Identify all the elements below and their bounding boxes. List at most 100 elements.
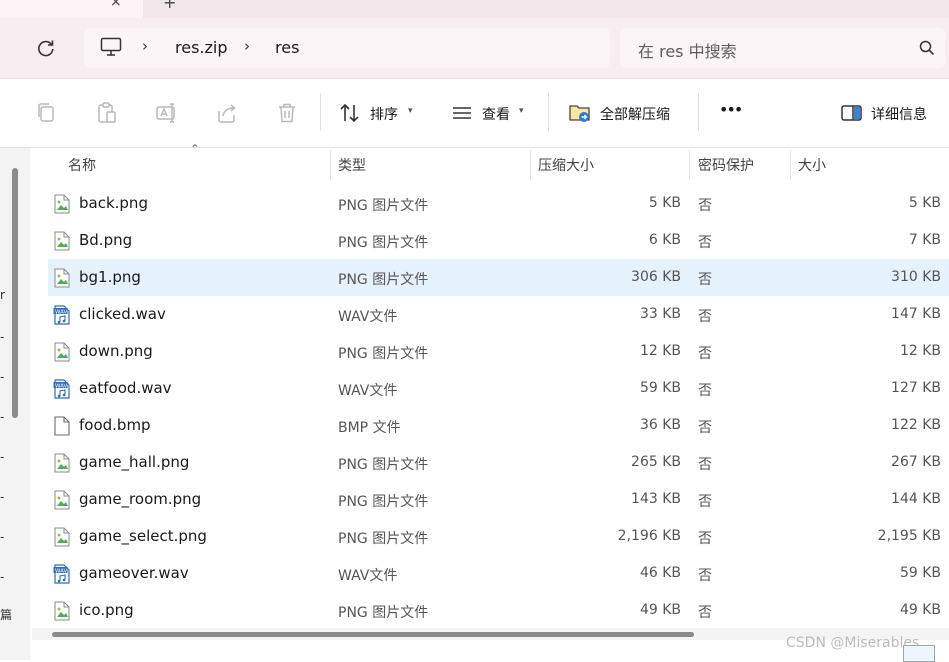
file-row[interactable]: WAV eatfood.wav WAV文件 59 KB 否 127 KB xyxy=(48,370,949,407)
nav-scrollbar[interactable] xyxy=(12,168,18,418)
navigation-pane[interactable]: r - - - - - - - 篇 xyxy=(0,148,30,660)
view-button[interactable]: 查看 xyxy=(482,104,510,124)
file-name[interactable]: game_select.png xyxy=(79,527,207,545)
nav-item-fragment[interactable]: - xyxy=(0,330,4,344)
png-file-icon xyxy=(53,490,71,510)
file-compressed-size: 59 KB xyxy=(639,380,681,396)
file-name[interactable]: clicked.wav xyxy=(79,305,166,323)
png-file-icon xyxy=(53,231,71,251)
extract-all-button[interactable]: 全部解压缩 xyxy=(600,104,670,124)
breadcrumb-chevron-icon[interactable]: › xyxy=(244,37,250,55)
file-name[interactable]: ico.png xyxy=(79,601,134,619)
file-row[interactable]: back.png PNG 图片文件 5 KB 否 5 KB xyxy=(48,185,949,222)
file-type: PNG 图片文件 xyxy=(338,272,429,288)
toolbar-separator xyxy=(548,93,549,131)
file-compressed-size: 2,196 KB xyxy=(617,528,681,544)
file-row[interactable]: game_room.png PNG 图片文件 143 KB 否 144 KB xyxy=(48,481,949,518)
address-bar[interactable]: › res.zip › res xyxy=(84,28,610,68)
file-size: 144 KB xyxy=(891,491,941,507)
breadcrumb-res-zip[interactable]: res.zip xyxy=(175,38,228,57)
file-size: 310 KB xyxy=(891,269,941,285)
column-header-size[interactable]: 大小 xyxy=(791,148,949,180)
close-tab-icon[interactable]: × xyxy=(110,0,122,10)
file-name[interactable]: eatfood.wav xyxy=(79,379,172,397)
sort-caret-icon[interactable]: ▾ xyxy=(408,106,413,116)
sort-icon[interactable] xyxy=(338,101,362,125)
svg-text:WAV: WAV xyxy=(55,309,68,315)
new-tab-icon[interactable]: + xyxy=(163,0,176,12)
search-icon[interactable] xyxy=(919,40,935,56)
file-name[interactable]: bg1.png xyxy=(79,268,141,286)
nav-item-fragment[interactable]: - xyxy=(0,490,4,504)
rename-icon[interactable] xyxy=(155,101,179,125)
file-row[interactable]: food.bmp BMP 文件 36 KB 否 122 KB xyxy=(48,407,949,444)
file-name[interactable]: food.bmp xyxy=(79,416,151,434)
nav-item-fragment[interactable]: r xyxy=(0,288,5,302)
file-size: 59 KB xyxy=(899,565,941,581)
file-row[interactable]: down.png PNG 图片文件 12 KB 否 12 KB xyxy=(48,333,949,370)
file-row[interactable]: WAV clicked.wav WAV文件 33 KB 否 147 KB xyxy=(48,296,949,333)
file-size: 7 KB xyxy=(908,232,941,248)
column-header-password[interactable]: 密码保护 xyxy=(690,148,790,180)
file-row[interactable]: game_select.png PNG 图片文件 2,196 KB 否 2,195 KB xyxy=(48,518,949,555)
file-row[interactable]: WAV gameover.wav WAV文件 46 KB 否 59 KB xyxy=(48,555,949,592)
delete-icon[interactable] xyxy=(275,101,299,125)
breadcrumb-res[interactable]: res xyxy=(275,38,299,57)
refresh-icon[interactable] xyxy=(36,38,56,58)
file-type: WAV文件 xyxy=(338,383,398,399)
horizontal-scroll-thumb[interactable] xyxy=(52,632,694,637)
file-row[interactable]: Bd.png PNG 图片文件 6 KB 否 7 KB xyxy=(48,222,949,259)
file-name[interactable]: back.png xyxy=(79,194,148,212)
file-size: 122 KB xyxy=(891,417,941,433)
file-row[interactable]: game_hall.png PNG 图片文件 265 KB 否 267 KB xyxy=(48,444,949,481)
extract-all-icon[interactable] xyxy=(568,101,592,125)
file-name[interactable]: game_hall.png xyxy=(79,453,189,471)
svg-text:WAV: WAV xyxy=(55,383,68,389)
column-header-name[interactable]: 名称 xyxy=(48,148,330,180)
file-size: 267 KB xyxy=(891,454,941,470)
file-compressed-size: 265 KB xyxy=(631,454,681,470)
file-size: 12 KB xyxy=(899,343,941,359)
paste-icon[interactable] xyxy=(95,101,119,125)
view-icon[interactable] xyxy=(450,101,474,125)
file-name[interactable]: game_room.png xyxy=(79,490,201,508)
svg-text:WAV: WAV xyxy=(55,568,68,574)
file-type: PNG 图片文件 xyxy=(338,531,429,547)
file-password-protected: 否 xyxy=(698,457,712,473)
details-button[interactable]: 详细信息 xyxy=(871,104,927,124)
command-bar: 排序 ▾ 查看 ▾ 全部解压缩 ••• 详细信息 xyxy=(0,79,949,148)
search-box[interactable]: 在 res 中搜索 xyxy=(620,28,945,68)
file-type: WAV文件 xyxy=(338,568,398,584)
copy-icon[interactable] xyxy=(34,101,58,125)
file-name[interactable]: gameover.wav xyxy=(79,564,189,582)
more-options-button[interactable]: ••• xyxy=(719,100,743,119)
computer-icon[interactable] xyxy=(100,37,122,57)
nav-item-fragment[interactable]: - xyxy=(0,450,4,464)
share-icon[interactable] xyxy=(215,101,239,125)
file-row[interactable]: bg1.png PNG 图片文件 306 KB 否 310 KB xyxy=(48,259,949,296)
nav-item-fragment[interactable]: - xyxy=(0,370,4,384)
png-file-icon xyxy=(53,194,71,214)
view-caret-icon[interactable]: ▾ xyxy=(519,106,524,116)
sort-button[interactable]: 排序 xyxy=(370,104,398,124)
tab-res-zip[interactable]: × xyxy=(0,0,143,18)
column-header-compressed-size[interactable]: 压缩大小 xyxy=(531,148,689,180)
bmp-file-icon xyxy=(53,416,71,436)
column-compressed-label: 压缩大小 xyxy=(538,158,594,174)
file-name[interactable]: down.png xyxy=(79,342,153,360)
file-password-protected: 否 xyxy=(698,420,712,436)
file-name[interactable]: Bd.png xyxy=(79,231,132,249)
search-placeholder[interactable]: 在 res 中搜索 xyxy=(638,38,737,62)
file-type: PNG 图片文件 xyxy=(338,346,429,362)
breadcrumb-chevron-icon[interactable]: › xyxy=(142,37,148,55)
details-view-toggle-icon[interactable] xyxy=(903,645,935,662)
file-password-protected: 否 xyxy=(698,198,712,214)
nav-item-fragment[interactable]: - xyxy=(0,530,4,544)
file-row[interactable]: ico.png PNG 图片文件 49 KB 否 49 KB xyxy=(48,592,949,629)
nav-item-fragment[interactable]: - xyxy=(0,570,4,584)
details-pane-icon[interactable] xyxy=(840,101,864,125)
nav-item-fragment[interactable]: 篇 xyxy=(0,606,12,623)
column-header-type[interactable]: 类型 xyxy=(331,148,530,180)
png-file-icon xyxy=(53,453,71,473)
nav-item-fragment[interactable]: - xyxy=(0,410,4,424)
